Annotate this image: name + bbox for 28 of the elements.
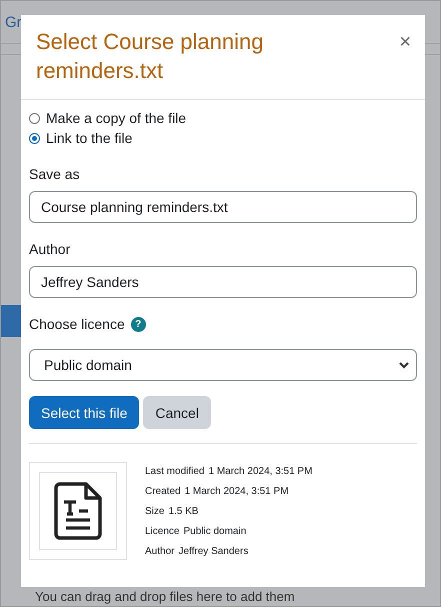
cancel-button[interactable]: Cancel <box>143 396 211 429</box>
dialog-title: Select Course planning reminders.txt <box>36 28 264 85</box>
field-label: Save as <box>29 166 80 182</box>
author-field[interactable]: Jeffrey Sanders <box>29 266 417 298</box>
drop-hint: You can drag and drop files here to add them <box>35 589 295 604</box>
help-icon[interactable]: ? <box>130 316 146 332</box>
detail-label: Last modified <box>145 466 204 477</box>
detail-value: 1.5 KB <box>168 506 198 517</box>
detail-value: Jeffrey Sanders <box>178 546 248 557</box>
chevron-down-icon <box>398 361 410 369</box>
detail-value: 1 March 2024, 3:51 PM <box>208 466 312 477</box>
save-as-field[interactable]: Course planning reminders.txt <box>29 191 417 223</box>
radio-button[interactable] <box>29 132 40 144</box>
field-label: Author <box>29 241 70 257</box>
field-label: Choose licence <box>29 316 125 332</box>
text-file-icon <box>54 482 102 540</box>
radio-button[interactable] <box>29 112 40 124</box>
detail-label: Size <box>145 506 164 517</box>
detail-label: Author <box>145 546 174 557</box>
detail-label: Created <box>145 486 181 497</box>
detail-value: Public domain <box>183 526 246 537</box>
detail-label: Licence <box>145 526 180 537</box>
detail-value: 1 March 2024, 3:51 PM <box>184 486 289 497</box>
radio-label: Link to the file <box>46 130 132 146</box>
radio-label: Make a copy of the file <box>46 110 186 126</box>
select-file-button[interactable]: Select this file <box>29 396 140 429</box>
close-button[interactable]: × <box>399 31 411 54</box>
licence-select[interactable]: Public domain <box>29 349 417 381</box>
